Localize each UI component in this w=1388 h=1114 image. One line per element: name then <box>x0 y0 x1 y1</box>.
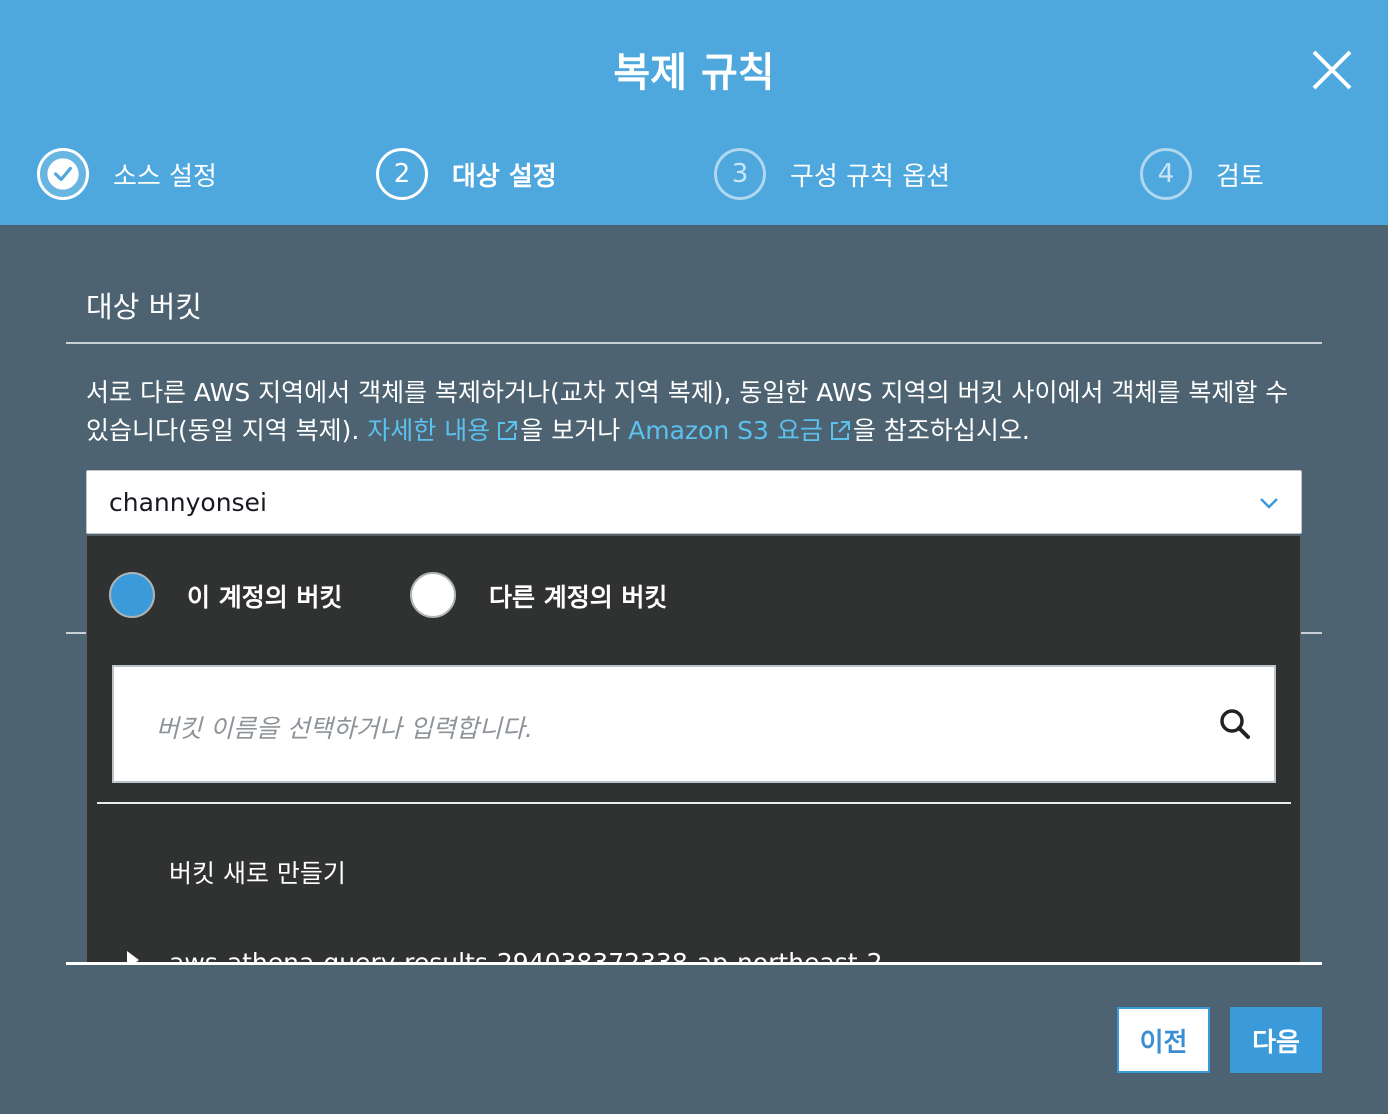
step-number: 2 <box>376 148 428 200</box>
list-item[interactable]: aws-athena-query-results-294038372338-ap… <box>127 948 883 962</box>
modal-title: 복제 규칙 <box>613 50 775 96</box>
search-placeholder: 버킷 이름을 선택하거나 입력합니다. <box>156 714 533 743</box>
section-title: 대상 버킷 <box>86 290 202 324</box>
create-bucket-option[interactable]: 버킷 새로 만들기 <box>169 854 346 890</box>
section-description: 서로 다른 AWS 지역에서 객체를 복제하거나(교차 지역 복제), 동일한 … <box>86 378 1289 445</box>
external-link-icon[interactable] <box>496 420 518 442</box>
step-review[interactable]: 4 검토 <box>1140 146 1264 202</box>
step-number: 4 <box>1140 148 1192 200</box>
footer-divider <box>66 962 1322 965</box>
previous-button[interactable]: 이전 <box>1117 1007 1210 1073</box>
step-label: 구성 규칙 옵션 <box>790 161 951 192</box>
search-icon[interactable] <box>1218 707 1252 741</box>
step-label: 검토 <box>1216 161 1264 192</box>
radio-this-account-label[interactable]: 이 계정의 버킷 <box>187 578 342 614</box>
dropdown-divider <box>97 802 1291 804</box>
radio-other-account-label[interactable]: 다른 계정의 버킷 <box>489 578 667 614</box>
step-source-settings[interactable]: 소스 설정 <box>37 146 217 202</box>
bucket-select[interactable]: channyonsei <box>86 470 1302 534</box>
step-destination-settings[interactable]: 2 대상 설정 <box>376 146 557 202</box>
bucket-search-input[interactable]: 버킷 이름을 선택하거나 입력합니다. <box>112 665 1276 783</box>
next-button[interactable]: 다음 <box>1230 1007 1322 1073</box>
chevron-down-icon <box>1260 498 1278 509</box>
bucket-select-value: channyonsei <box>109 488 267 517</box>
step-rule-options[interactable]: 3 구성 규칙 옵션 <box>714 146 950 202</box>
step-label: 대상 설정 <box>452 161 557 192</box>
step-number: 3 <box>714 148 766 200</box>
check-icon <box>37 148 89 200</box>
modal-header: 복제 규칙 소스 설정 2 대상 설정 3 구성 규칙 옵션 4 검토 <box>0 0 1388 225</box>
step-label: 소스 설정 <box>113 161 217 192</box>
close-icon[interactable] <box>1308 46 1356 94</box>
section-divider <box>66 342 1322 344</box>
learn-more-link[interactable]: 자세한 내용 <box>367 416 490 445</box>
radio-other-account[interactable] <box>410 572 456 618</box>
bucket-dropdown: 이 계정의 버킷 다른 계정의 버킷 버킷 이름을 선택하거나 입력합니다. 버… <box>86 535 1301 963</box>
external-link-icon[interactable] <box>829 420 851 442</box>
radio-this-account[interactable] <box>109 572 155 618</box>
pricing-link[interactable]: Amazon S3 요금 <box>628 416 823 445</box>
